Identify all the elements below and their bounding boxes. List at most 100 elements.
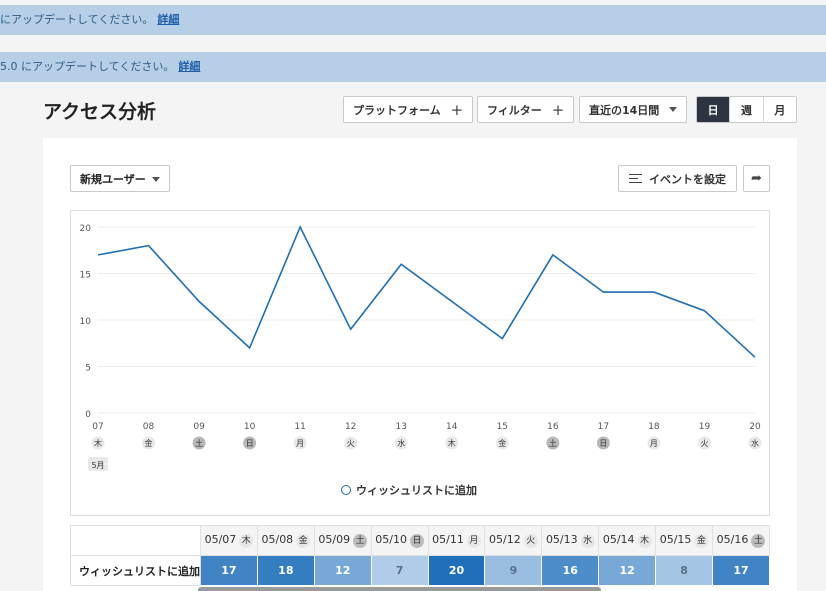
date-range-label: 直近の14日間 bbox=[589, 103, 660, 117]
x-tick-label: 12 bbox=[345, 422, 356, 432]
table-date-label: 05/07 bbox=[204, 533, 237, 546]
table-value-cell: 8 bbox=[655, 555, 714, 586]
date-range-select[interactable]: 直近の14日間 bbox=[579, 96, 688, 123]
table-row-label: ウィッシュリストに追加 bbox=[70, 555, 201, 586]
weekday-label: 月 bbox=[650, 439, 658, 448]
table-date-header: 05/10 日 bbox=[370, 525, 429, 556]
table-date-header: 05/07 木 bbox=[200, 525, 258, 556]
weekday-label: 火 bbox=[347, 439, 355, 448]
weekday-label: 火 bbox=[700, 439, 708, 448]
table-date-header: 05/12 火 bbox=[484, 525, 543, 556]
x-tick-label: 17 bbox=[598, 422, 609, 432]
weekday-badge: 木 bbox=[239, 534, 254, 548]
table-date-label: 05/15 bbox=[659, 533, 692, 546]
x-tick-label: 11 bbox=[294, 422, 305, 432]
table-date-label: 05/14 bbox=[602, 533, 635, 546]
weekday-label: 日 bbox=[599, 439, 607, 448]
weekday-badge: 土 bbox=[353, 534, 368, 548]
table-value-cell: 9 bbox=[484, 555, 543, 586]
list-check-icon bbox=[629, 174, 642, 183]
share-icon: ➦ bbox=[751, 171, 762, 186]
table-date-label: 05/13 bbox=[545, 533, 578, 546]
filter-button[interactable]: フィルター + bbox=[477, 96, 575, 123]
table-date-header: 05/11 月 bbox=[427, 525, 486, 556]
table-value-cell: 20 bbox=[427, 555, 486, 586]
y-tick-label: 20 bbox=[80, 224, 92, 234]
platform-button-label: プラットフォーム bbox=[353, 103, 441, 117]
granularity-toggle: 日 週 月 bbox=[696, 96, 797, 123]
table-date-label: 05/08 bbox=[261, 533, 294, 546]
series-line bbox=[97, 225, 756, 358]
table-date-label: 05/12 bbox=[489, 533, 521, 546]
x-tick-label: 16 bbox=[547, 422, 559, 432]
weekday-label: 水 bbox=[751, 438, 759, 448]
caret-down-icon bbox=[669, 107, 678, 112]
weekday-label: 金 bbox=[498, 438, 506, 448]
update-banner-text: 5.0 にアップデートしてください。 bbox=[0, 60, 175, 73]
weekday-badge: 金 bbox=[694, 534, 709, 548]
x-tick-label: 20 bbox=[749, 422, 761, 432]
weekday-badge: 土 bbox=[751, 534, 766, 548]
y-tick-label: 5 bbox=[85, 364, 91, 374]
month-label: 5月 bbox=[91, 461, 104, 470]
table-date-label: 05/16 bbox=[716, 533, 749, 546]
table-value-cell: 12 bbox=[313, 555, 372, 586]
weekday-label: 木 bbox=[94, 438, 102, 448]
weekday-badge: 日 bbox=[409, 534, 424, 548]
granularity-week[interactable]: 週 bbox=[729, 97, 762, 122]
weekday-badge: 火 bbox=[523, 534, 538, 548]
x-tick-label: 19 bbox=[699, 422, 711, 432]
weekday-label: 月 bbox=[296, 439, 304, 448]
granularity-month[interactable]: 月 bbox=[762, 97, 796, 122]
page-title: アクセス分析 bbox=[43, 101, 157, 123]
table-value-cell: 12 bbox=[598, 555, 657, 586]
granularity-day[interactable]: 日 bbox=[697, 97, 730, 122]
table-date-header: 05/14 木 bbox=[598, 525, 657, 556]
event-settings-button[interactable]: イベントを設定 bbox=[618, 165, 737, 192]
weekday-label: 日 bbox=[246, 439, 254, 448]
details-link[interactable]: 詳細 bbox=[178, 60, 200, 73]
data-table: 05/07 木 05/08 金 05/09 土 05/10 日 05/11 月 05/12 火 05/1… bbox=[70, 525, 770, 591]
table-date-header: 05/16 土 bbox=[712, 525, 770, 556]
horizontal-scrollbar[interactable] bbox=[198, 587, 601, 591]
line-chart: 0 5 10 15 20 07 木 08 金 09 土 10 日 11 月 12 火 13 水 14 木 15 金 16 土 17… bbox=[80, 224, 762, 471]
x-tick-label: 14 bbox=[446, 422, 458, 432]
details-link[interactable]: 詳細 bbox=[157, 13, 179, 26]
chart-legend[interactable]: ウィッシュリストに追加 bbox=[341, 482, 477, 498]
update-banner: 5.0 にアップデートしてください。 詳細 bbox=[0, 52, 826, 82]
metric-select[interactable]: 新規ユーザー bbox=[70, 165, 170, 192]
x-tick-label: 07 bbox=[92, 422, 103, 432]
event-settings-label: イベントを設定 bbox=[649, 172, 726, 186]
table-header-blank bbox=[70, 525, 201, 556]
update-banner-text: にアップデートしてください。 bbox=[0, 13, 154, 26]
y-tick-label: 10 bbox=[80, 317, 92, 327]
legend-label: ウィッシュリストに追加 bbox=[356, 484, 477, 497]
y-tick-label: 0 bbox=[85, 410, 91, 420]
legend-marker-icon bbox=[341, 485, 351, 495]
weekday-badge: 月 bbox=[466, 534, 481, 548]
weekday-label: 土 bbox=[549, 438, 557, 448]
table-date-label: 05/09 bbox=[318, 533, 351, 546]
table-value-cell: 7 bbox=[370, 555, 429, 586]
table-date-label: 05/11 bbox=[432, 533, 464, 546]
x-tick-label: 10 bbox=[244, 422, 256, 432]
table-date-header: 05/13 水 bbox=[541, 525, 600, 556]
table-value-cell: 17 bbox=[712, 555, 770, 586]
weekday-label: 水 bbox=[397, 438, 405, 448]
table-value-cell: 16 bbox=[541, 555, 600, 586]
weekday-badge: 金 bbox=[296, 534, 311, 548]
table-date-label: 05/10 bbox=[375, 533, 407, 546]
table-date-header: 05/15 金 bbox=[655, 525, 714, 556]
x-tick-label: 13 bbox=[396, 422, 407, 432]
table-date-header: 05/09 土 bbox=[313, 525, 372, 556]
x-tick-label: 15 bbox=[497, 422, 508, 432]
caret-down-icon bbox=[152, 177, 160, 182]
table-value-cell: 17 bbox=[200, 555, 258, 586]
x-tick-label: 09 bbox=[193, 422, 205, 432]
plus-icon: + bbox=[450, 100, 464, 119]
weekday-badge: 水 bbox=[580, 534, 595, 548]
weekday-label: 木 bbox=[448, 438, 456, 448]
share-button[interactable]: ➦ bbox=[743, 165, 770, 192]
platform-button[interactable]: プラットフォーム + bbox=[343, 96, 474, 123]
metric-select-label: 新規ユーザー bbox=[80, 172, 146, 186]
